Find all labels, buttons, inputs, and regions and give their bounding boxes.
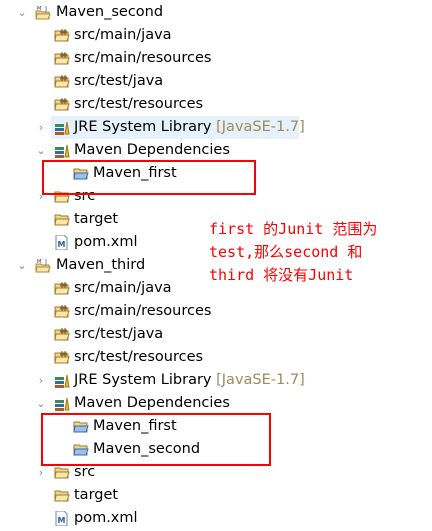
tree-item-label: Maven Dependencies	[74, 392, 230, 415]
tree-item-label: Maven Dependencies	[74, 139, 230, 162]
tree-item[interactable]: ⌄ Maven Dependencies	[0, 392, 432, 415]
chevron-right-icon[interactable]: ›	[35, 116, 47, 139]
tree-item-label: Maven_third	[56, 254, 145, 277]
tree-item[interactable]: src/test/java	[0, 70, 432, 93]
library-icon	[54, 373, 70, 388]
tree-item-label: JRE System Library [JavaSE-1.7]	[74, 116, 305, 139]
folder-icon	[54, 465, 70, 480]
annotation-line: third 将没有Junit	[209, 266, 354, 284]
package-folder-icon	[54, 51, 70, 66]
package-folder-icon	[54, 281, 70, 296]
maven-file-icon: M	[54, 234, 70, 251]
tree-item-text: src/test/resources	[74, 96, 204, 112]
tree-item-label: target	[74, 484, 118, 507]
tree-item-label: src/test/java	[74, 70, 163, 93]
maven-file-icon: M	[54, 510, 70, 527]
maven-project-icon: MJ	[35, 258, 51, 273]
tree-item-text: src/test/java	[74, 73, 164, 89]
tree-item-text: Maven_second	[56, 4, 164, 20]
highlight-box-maven-third-deps	[41, 413, 271, 466]
tree-item-label: pom.xml	[74, 507, 138, 530]
tree-item-text: src/main/java	[74, 27, 172, 43]
tree-item-text: Maven Dependencies	[74, 142, 230, 158]
svg-text:M: M	[37, 6, 41, 12]
tree-item-text: Maven_third	[56, 257, 146, 273]
tree-item-label: src/test/resources	[74, 346, 203, 369]
annotation-line: first 的Junit 范围为	[209, 220, 378, 238]
tree-item[interactable]: src/test/resources	[0, 93, 432, 116]
tree-item-label: src/main/java	[74, 277, 172, 300]
chevron-down-icon[interactable]: ⌄	[35, 139, 47, 162]
tree-item-text: src/main/java	[74, 280, 172, 296]
tree-item[interactable]: src/main/resources	[0, 47, 432, 70]
tree-item-text: pom.xml	[74, 234, 138, 250]
tree-item-text: src/main/resources	[74, 303, 212, 319]
tree-item-text: pom.xml	[74, 510, 138, 526]
tree-item[interactable]: › JRE System Library [JavaSE-1.7]	[0, 369, 432, 392]
tree-item-text: JRE System Library	[74, 372, 212, 388]
library-icon	[54, 120, 70, 135]
tree-item-label: src/main/resources	[74, 300, 211, 323]
chevron-down-icon[interactable]: ⌄	[35, 392, 47, 415]
tree-item[interactable]: src/main/java	[0, 24, 432, 47]
annotation-note: first 的Junit 范围为 test,那么second 和 third 将没有…	[209, 218, 377, 287]
chevron-down-icon[interactable]: ⌄	[16, 1, 28, 24]
tree-item[interactable]: ⌄ M J Maven_second	[0, 1, 432, 24]
tree-item-label: target	[74, 208, 118, 231]
chevron-right-icon[interactable]: ›	[35, 369, 47, 392]
tree-item-label: src/main/resources	[74, 47, 211, 70]
tree-item[interactable]: src/test/resources	[0, 346, 432, 369]
tree-item[interactable]: target	[0, 484, 432, 507]
tree-item-decoration: [JavaSE-1.7]	[216, 372, 305, 388]
package-folder-icon	[54, 74, 70, 89]
package-folder-icon	[54, 97, 70, 112]
svg-text:J: J	[44, 5, 47, 13]
tree-item[interactable]: src/main/resources	[0, 300, 432, 323]
tree-item[interactable]: Mpom.xml	[0, 507, 432, 530]
tree-item-text: JRE System Library	[74, 119, 212, 135]
tree-item[interactable]: ⌄ Maven Dependencies	[0, 139, 432, 162]
tree-item-text: target	[74, 211, 119, 227]
tree-item-text: src/test/java	[74, 326, 164, 342]
svg-text:J: J	[44, 258, 47, 266]
tree-item-label: src/test/java	[74, 323, 163, 346]
svg-text:M: M	[37, 259, 41, 265]
tree-item[interactable]: › JRE System Library [JavaSE-1.7]	[39, 116, 305, 139]
tree-item-text: src	[74, 464, 96, 480]
annotation-line: test,那么second 和	[209, 243, 363, 261]
chevron-down-icon[interactable]: ⌄	[16, 254, 28, 277]
tree-item-text: target	[74, 487, 119, 503]
svg-text:M: M	[58, 240, 66, 249]
package-folder-icon	[54, 327, 70, 342]
tree-item-text: src/test/resources	[74, 349, 204, 365]
folder-icon	[54, 212, 70, 227]
library-icon	[54, 396, 70, 411]
tree-item-label: src/test/resources	[74, 93, 203, 116]
folder-icon	[54, 488, 70, 503]
tree-item-label: Maven_second	[56, 1, 163, 24]
tree-item-label: JRE System Library [JavaSE-1.7]	[74, 369, 305, 392]
svg-text:M: M	[58, 516, 66, 525]
package-folder-icon	[54, 350, 70, 365]
tree-item-label: pom.xml	[74, 231, 138, 254]
package-folder-icon	[54, 304, 70, 319]
tree-item[interactable]: src/test/java	[0, 323, 432, 346]
tree-item-label: src/main/java	[74, 24, 172, 47]
tree-item-decoration: [JavaSE-1.7]	[216, 119, 305, 135]
tree-item-text: src/main/resources	[74, 50, 212, 66]
maven-project-icon: MJ	[35, 5, 51, 20]
package-folder-icon	[54, 28, 70, 43]
tree-item-text: Maven Dependencies	[74, 395, 230, 411]
highlight-box-maven-second-deps	[42, 160, 256, 195]
library-icon	[54, 143, 70, 158]
